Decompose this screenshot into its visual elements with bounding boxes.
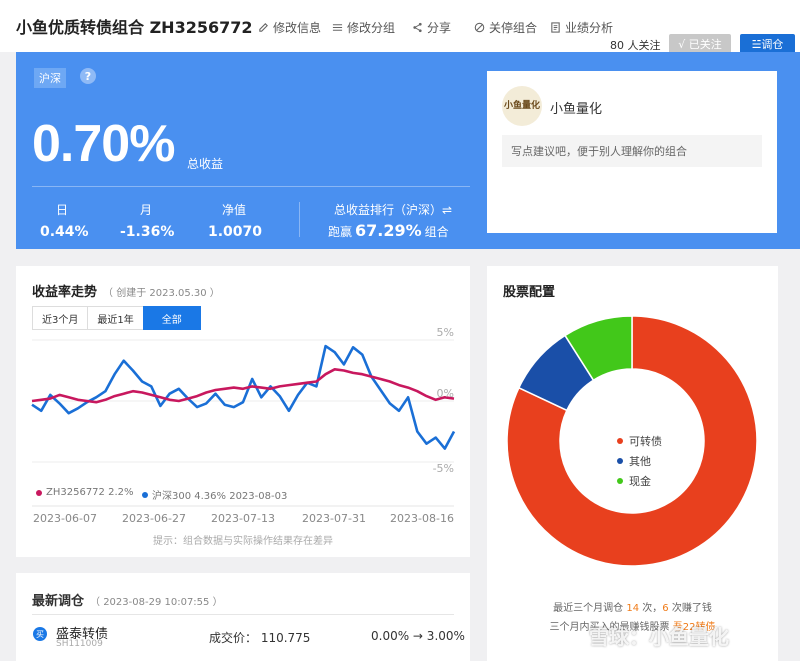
x-tick-label: 2023-07-31 [302,512,366,525]
portfolio-title: 小鱼优质转债组合 ZH3256772 [16,18,253,37]
allocation-title: 股票配置 [503,285,556,300]
legend-dot [36,489,42,496]
tab-1-year[interactable]: 最近1年 [87,306,144,330]
x-tick-label: 2023-06-07 [33,512,97,525]
watermark: 雪球：小鱼量化 [589,625,729,649]
series-line [31,368,455,404]
y-tick-label: -5% [433,462,454,475]
stock-code: SH111009 [56,639,103,649]
help-icon[interactable]: ? [80,68,96,84]
adjust-position-button[interactable]: ☱调仓 [740,34,795,54]
buy-badge: 买 [33,627,47,641]
rank-percent: 67.29% [355,221,422,240]
return-rank[interactable]: 总收益排行（沪深）⇌ 跑赢 67.29% 组合 [328,201,452,240]
x-tick-label: 2023-08-16 [390,512,454,525]
legend-dot [617,478,623,484]
legend-item: 现金 [617,471,662,491]
edit-info-link[interactable]: 修改信息 [258,19,321,36]
ban-icon [474,22,485,33]
market-tag: 沪深 [34,68,66,88]
y-tick-label: 0% [437,387,454,400]
legend-item: 可转债 [617,431,662,451]
owner-profile-card: 小鱼量化 小鱼量化 写点建议吧，便于别人理解你的组合 [487,71,777,233]
recent-title: 最新调仓 [32,594,85,609]
close-portfolio-link[interactable]: 关停组合 [474,19,537,36]
allocation-legend: 可转债 其他 现金 [617,431,662,491]
owner-name[interactable]: 小鱼量化 [550,98,602,117]
followed-button[interactable]: √ 已关注 [669,34,731,54]
allocation-card: 股票配置 可转债 其他 现金 最近三个月调仓 14 次，6 次赚了钱 三个月内买… [487,266,778,661]
page-header: 小鱼优质转债组合 ZH3256772 修改信息 修改分组 分享 关停组合 业绩分… [0,0,800,54]
legend-item: 其他 [617,451,662,471]
y-tick-label: 5% [437,326,454,339]
total-return-value: 0.70% [32,115,175,173]
range-tabs: 近3个月 最近1年 全部 [32,306,201,330]
x-tick-label: 2023-07-13 [211,512,275,525]
rebalance-time: （ 2023-08-29 10:07:55 ） [90,597,223,608]
deal-price: 成交价： 110.775 [209,631,311,645]
legend-dot [617,458,623,464]
total-return-label: 总收益 [187,157,224,171]
summary-banner: 沪深 ? 0.70% 总收益 日 0.44% 月 -1.36% 净值 1.007… [16,52,800,249]
report-icon [551,22,560,33]
legend-dot [142,491,148,498]
created-date: （ 创建于 2023.05.30 ） [103,288,220,299]
legend-dot [617,438,623,444]
divider [32,614,454,615]
stat-month: 月 -1.36% [120,203,175,240]
edit-icon [259,23,268,32]
edit-group-link[interactable]: 修改分组 [332,19,395,36]
stat-day: 日 0.44% [40,203,89,240]
rebalance-summary: 最近三个月调仓 14 次，6 次赚了钱 [553,603,712,614]
share-icon [413,22,422,33]
weight-change: 0.00% → 3.00% [371,629,465,643]
performance-link[interactable]: 业绩分析 [550,19,613,36]
stat-nav: 净值 1.0070 [208,203,263,240]
followers-count: 80 人关注 [610,39,661,52]
trend-title: 收益率走势 [32,285,98,300]
share-link[interactable]: 分享 [412,19,451,36]
tab-3-months[interactable]: 近3个月 [32,306,89,330]
x-tick-label: 2023-06-27 [122,512,186,525]
recent-rebalance-card: 最新调仓（ 2023-08-29 10:07:55 ） 买 盛泰转债 SH111… [16,573,470,661]
list-icon [332,24,343,31]
avatar[interactable]: 小鱼量化 [502,86,542,126]
comment-input[interactable]: 写点建议吧，便于别人理解你的组合 [502,135,762,167]
legend-hs300[interactable]: 沪深300 4.36% 2023-08-03 [142,487,287,502]
return-trend-card: 收益率走势 （ 创建于 2023.05.30 ） 近3个月 最近1年 全部 5% 0… [16,266,470,557]
legend-portfolio[interactable]: ZH3256772 2.2% [36,487,134,498]
data-disclaimer: 提示：组合数据与实际操作结果存在差异 [153,536,333,547]
divider [299,202,300,237]
divider [32,186,470,187]
series-line [31,344,456,450]
tab-all[interactable]: 全部 [142,306,201,330]
